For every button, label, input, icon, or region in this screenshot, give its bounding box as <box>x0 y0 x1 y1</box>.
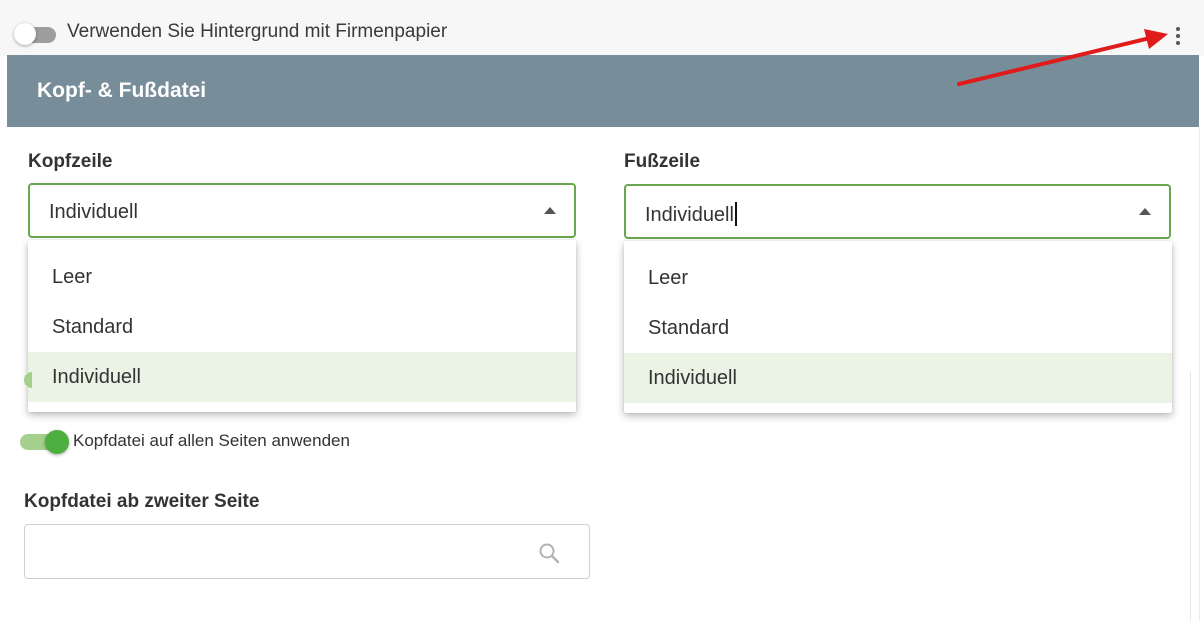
toggle-knob <box>14 23 36 45</box>
search-icon <box>539 543 560 564</box>
firmenpapier-toggle-label: Verwenden Sie Hintergrund mit Firmenpapi… <box>67 21 448 42</box>
footer-option-individuell[interactable]: Individuell <box>624 353 1172 403</box>
header-option-standard[interactable]: Standard <box>28 302 576 352</box>
footer-select-text: Individuell <box>645 204 734 226</box>
annotation-arrow <box>957 29 1168 86</box>
footer-field-label: Fußzeile <box>624 151 701 172</box>
toggle-knob <box>45 430 69 454</box>
footer-option-standard[interactable]: Standard <box>624 303 1172 353</box>
text-cursor <box>734 202 737 226</box>
header-select-dropdown: Leer Standard Individuell <box>28 240 576 412</box>
header-field-label: Kopfzeile <box>28 151 113 172</box>
second-page-search-input[interactable] <box>24 524 590 579</box>
footer-option-leer[interactable]: Leer <box>624 253 1172 303</box>
footer-select[interactable]: Individuell <box>624 184 1171 239</box>
apply-all-pages-label: Kopfdatei auf allen Seiten anwenden <box>73 431 350 450</box>
caret-up-icon <box>544 207 556 214</box>
second-page-field-label: Kopfdatei ab zweiter Seite <box>24 491 260 512</box>
header-select[interactable]: Individuell <box>28 183 576 238</box>
footer-select-value: Individuell <box>645 202 737 227</box>
header-option-leer[interactable]: Leer <box>28 252 576 302</box>
card-title: Kopf- & Fußdatei <box>37 79 207 102</box>
firmenpapier-toggle[interactable] <box>12 22 60 48</box>
footer-select-dropdown: Leer Standard Individuell <box>624 241 1172 413</box>
arrow-head <box>1144 29 1168 49</box>
divider <box>1190 372 1191 621</box>
apply-all-pages-toggle[interactable] <box>18 429 69 455</box>
arrow-shaft <box>957 36 1152 86</box>
caret-up-icon <box>1139 208 1151 215</box>
header-select-value: Individuell <box>49 201 138 223</box>
header-option-individuell[interactable]: Individuell <box>28 352 576 402</box>
